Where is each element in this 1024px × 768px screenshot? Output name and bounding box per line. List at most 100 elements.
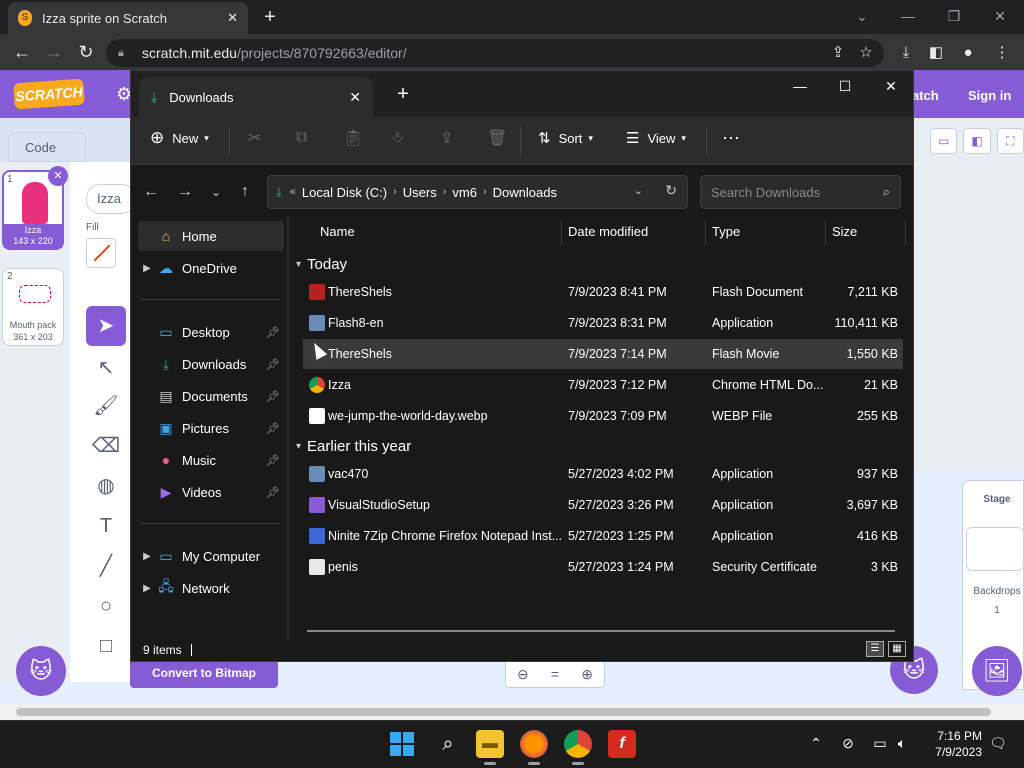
nav-item-desktop[interactable]: ▭ Desktop 📌︎ (138, 317, 284, 347)
download-icon[interactable]: ⤓ (894, 41, 918, 65)
file-row[interactable]: ThereShels 7/9/2023 7:14 PM Flash Movie 1,5… (303, 339, 903, 369)
side-panel-icon[interactable]: ◧ (924, 41, 948, 65)
zoom-in-icon[interactable]: ⊕ (581, 666, 593, 683)
column-header-size[interactable]: Size (832, 216, 857, 248)
breadcrumb-downloads[interactable]: Downloads (493, 185, 557, 200)
group-header-earlier[interactable]: ▾ Earlier this year (296, 433, 411, 459)
file-row[interactable]: VisualStudioSetup 5/27/2023 3:26 PM Applic… (303, 490, 903, 520)
nav-item-home[interactable]: ⌂ Home (138, 221, 284, 251)
nav-item-music[interactable]: ● Music 📌︎ (138, 445, 284, 475)
explorer-maximize-button[interactable]: ☐ (830, 76, 860, 96)
costume-name-input[interactable]: Izza (86, 184, 136, 214)
copy-icon[interactable]: ⧉ (296, 122, 307, 154)
expand-chevron-icon[interactable]: ▶ (138, 551, 156, 562)
breadcrumb-separator-icon[interactable]: › (483, 186, 487, 198)
profile-icon[interactable]: ● (956, 41, 980, 65)
paste-icon[interactable]: 📋︎ (343, 122, 363, 154)
explorer-minimize-button[interactable]: — (785, 76, 815, 96)
choose-sprite-cat-icon[interactable]: 🐱︎ (16, 646, 66, 696)
large-stage-icon[interactable]: ◧ (963, 128, 991, 154)
line-tool-icon[interactable]: ╱ (90, 550, 122, 582)
column-separator[interactable] (561, 221, 562, 245)
rectangle-tool-icon[interactable]: □ (90, 630, 122, 662)
group-header-today[interactable]: ▾ Today (296, 251, 347, 277)
reshape-tool-icon[interactable]: ↖ (90, 352, 122, 384)
notifications-icon[interactable]: 🗨︎ (988, 733, 1008, 753)
rename-icon[interactable]: ⎀ (391, 122, 404, 154)
zoom-reset-icon[interactable]: = (551, 666, 559, 682)
back-arrow-icon[interactable]: ← (138, 180, 164, 204)
zoom-out-icon[interactable]: ⊖ (517, 666, 529, 683)
sign-in-link[interactable]: Sign in (968, 88, 1011, 103)
delete-icon[interactable]: 🗑︎ (487, 122, 507, 154)
breadcrumb-users[interactable]: Users (403, 185, 437, 200)
file-row[interactable]: penis 5/27/2023 1:24 PM Security Certifica… (303, 552, 903, 582)
minimize-button[interactable]: — (888, 4, 928, 28)
close-tab-icon[interactable]: ✕ (349, 89, 361, 106)
close-window-button[interactable]: ✕ (980, 4, 1020, 28)
eraser-tool-icon[interactable]: ⌫ (90, 430, 122, 462)
file-row[interactable]: Ninite 7Zip Chrome Firefox Notepad Inst.… (303, 521, 903, 551)
expand-chevron-icon[interactable]: ▶ (138, 583, 156, 594)
breadcrumb-local-disk[interactable]: Local Disk (C:) (302, 185, 387, 200)
collapse-chevron-icon[interactable]: ▾ (296, 441, 301, 452)
delete-sprite-icon[interactable]: ✕ (48, 166, 68, 186)
file-explorer-icon[interactable]: ▬ (476, 730, 504, 765)
breadcrumb-separator-icon[interactable]: › (393, 186, 397, 198)
collapse-chevron-icon[interactable]: ▾ (296, 259, 301, 270)
text-tool-icon[interactable]: T (90, 510, 122, 542)
circle-tool-icon[interactable]: ○ (90, 590, 122, 622)
file-row[interactable]: we-jump-the-world-day.webp 7/9/2023 7:09 … (303, 401, 903, 431)
tab-code[interactable]: Code (8, 132, 86, 162)
bookmark-star-icon[interactable]: ☆ (854, 41, 878, 65)
network-offline-icon[interactable]: ⊘ (838, 733, 858, 753)
scrollbar-thumb[interactable] (16, 708, 991, 716)
new-tab-button[interactable]: + (256, 4, 284, 30)
page-horizontal-scrollbar[interactable] (0, 704, 1024, 720)
nav-item-downloads[interactable]: ⤓ Downloads 📌︎ (138, 349, 284, 379)
breadcrumb-vm6[interactable]: vm6 (452, 185, 477, 200)
view-button[interactable]: ☰ View ▾ (626, 122, 686, 154)
file-row[interactable]: Flash8-en 7/9/2023 8:31 PM Application 110,… (303, 308, 903, 338)
address-dropdown-icon[interactable]: ⌄ (634, 184, 643, 197)
volume-icon[interactable]: 🔈︎ (892, 733, 912, 753)
share-icon[interactable]: ⇪ (826, 41, 850, 65)
choose-backdrop-icon[interactable]: 🖼︎ (972, 646, 1022, 696)
explorer-address-bar[interactable]: ⤓ « Local Disk (C:) › Users › vm6 › Down… (267, 175, 688, 209)
new-button[interactable]: ⊕ New ▾ (150, 122, 209, 154)
breadcrumb-separator-icon[interactable]: › (443, 186, 447, 198)
scratch-logo[interactable]: SCRATCH (13, 78, 85, 110)
small-stage-icon[interactable]: ▭ (930, 128, 958, 154)
close-tab-icon[interactable]: ✕ (227, 10, 238, 26)
column-header-date[interactable]: Date modified (568, 216, 648, 248)
restore-button[interactable]: ❐ (934, 4, 974, 28)
file-list-scrollbar[interactable] (307, 630, 895, 632)
forward-icon[interactable]: → (42, 40, 66, 64)
explorer-close-button[interactable]: ✕ (876, 76, 906, 96)
expand-chevron-icon[interactable]: ▶ (138, 263, 156, 274)
show-hidden-icons-chevron[interactable]: ⌃ (806, 733, 826, 753)
brush-tool-icon[interactable]: 🖌︎ (90, 390, 122, 422)
pane-splitter[interactable] (287, 216, 289, 640)
column-separator[interactable] (905, 221, 906, 245)
taskbar-clock[interactable]: 7:16 PM 7/9/2023 (922, 728, 982, 760)
explorer-tab[interactable]: ⤓ Downloads ✕ (139, 77, 373, 117)
explorer-new-tab-button[interactable]: + (392, 82, 414, 106)
tab-search-icon[interactable]: ⌄ (842, 4, 882, 28)
flash-icon[interactable]: f (608, 730, 636, 758)
fill-color-swatch[interactable] (86, 238, 116, 268)
file-row[interactable]: ThereShels 7/9/2023 8:41 PM Flash Document… (303, 277, 903, 307)
more-options-icon[interactable]: ⋯ (722, 122, 740, 154)
recent-locations-icon[interactable]: ⌄ (203, 180, 229, 204)
column-separator[interactable] (705, 221, 706, 245)
nav-item-documents[interactable]: ▤ Documents 📌︎ (138, 381, 284, 411)
column-header-type[interactable]: Type (712, 216, 740, 248)
chrome-icon[interactable] (564, 730, 592, 765)
sprite-tile-mouth-pack[interactable]: 2 Mouth pack 361 x 203 (2, 268, 64, 346)
forward-arrow-icon[interactable]: → (172, 180, 198, 204)
nav-item-my-computer[interactable]: ▶ ▭ My Computer (138, 541, 284, 571)
file-row[interactable]: vac470 5/27/2023 4:02 PM Application 937 KB (303, 459, 903, 489)
reload-icon[interactable]: ↻ (74, 40, 98, 64)
chrome-menu-icon[interactable]: ⋮ (990, 41, 1014, 65)
overflow-crumb-icon[interactable]: « (290, 186, 296, 198)
